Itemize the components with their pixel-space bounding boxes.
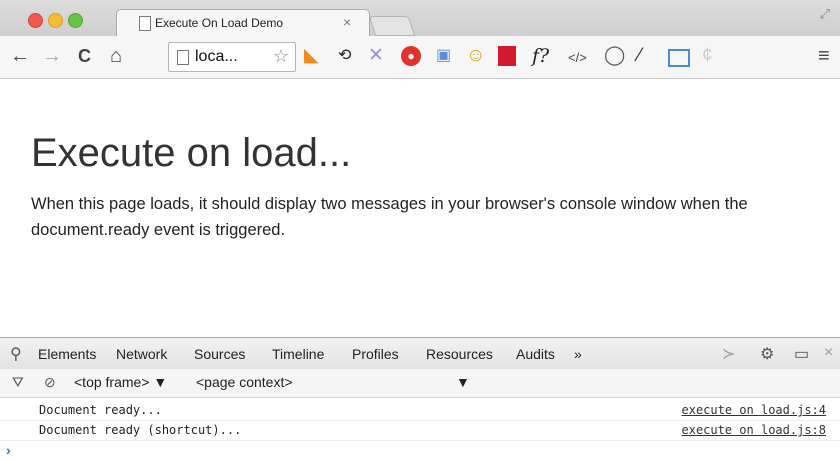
console-log-row: Document ready (shortcut)... execute on … bbox=[0, 420, 840, 441]
window-close-button[interactable] bbox=[28, 13, 43, 28]
console-drawer-icon[interactable]: ≻ bbox=[722, 344, 735, 364]
home-icon[interactable]: ⌂ bbox=[110, 46, 122, 66]
red-book-icon[interactable] bbox=[498, 46, 516, 66]
code-icon[interactable]: </> bbox=[568, 48, 587, 68]
address-bar[interactable]: loca... ☆ bbox=[168, 42, 296, 72]
rss-icon[interactable]: ◣ bbox=[304, 46, 319, 66]
window-maximize-button[interactable] bbox=[68, 13, 83, 28]
filter-icon[interactable]: ⛛ bbox=[12, 374, 24, 391]
log-message: Document ready (shortcut)... bbox=[39, 423, 242, 437]
chevron-down-icon[interactable]: ▼ bbox=[456, 374, 470, 390]
frame-select[interactable]: <top frame> ▼ bbox=[74, 374, 167, 390]
page-icon bbox=[177, 50, 189, 65]
window-icon[interactable]: ▣ bbox=[436, 46, 451, 66]
reload-icon[interactable]: C bbox=[78, 46, 91, 66]
tab-elements[interactable]: Elements bbox=[38, 346, 96, 362]
fullscreen-icon[interactable]: ⤢ bbox=[820, 6, 830, 22]
tab-profiles[interactable]: Profiles bbox=[352, 346, 399, 362]
tab-resources[interactable]: Resources bbox=[426, 346, 493, 362]
new-tab-button[interactable] bbox=[368, 16, 416, 36]
c-icon[interactable]: ¢ bbox=[702, 46, 713, 66]
sync-icon[interactable]: ⟲ bbox=[338, 46, 351, 66]
gear-icon[interactable]: ⚙ bbox=[760, 344, 774, 364]
more-tabs-icon[interactable]: » bbox=[574, 346, 582, 362]
tab-title: Execute On Load Demo bbox=[155, 16, 284, 30]
x-icon[interactable]: ✕ bbox=[368, 46, 384, 66]
search-icon[interactable]: ⚲ bbox=[10, 344, 22, 364]
log-source-link[interactable]: execute on load.js:8 bbox=[682, 423, 827, 437]
page-heading: Execute on load... bbox=[31, 131, 352, 175]
tab-close-icon[interactable]: × bbox=[343, 14, 351, 30]
url-text[interactable]: loca... bbox=[195, 48, 238, 66]
close-devtools-icon[interactable]: × bbox=[824, 344, 833, 362]
fx-icon[interactable]: f? bbox=[532, 46, 549, 66]
tab-sources[interactable]: Sources bbox=[194, 346, 245, 362]
forward-icon[interactable]: → bbox=[42, 46, 62, 66]
page-icon bbox=[139, 16, 151, 31]
tab-strip: Execute On Load Demo × ⤢ bbox=[0, 0, 840, 37]
page-content: Execute on load... When this page loads,… bbox=[0, 79, 840, 336]
menu-icon[interactable]: ≡ bbox=[818, 46, 830, 66]
log-message: Document ready... bbox=[39, 403, 162, 417]
dock-icon[interactable]: ▭ bbox=[794, 344, 809, 364]
tab-audits[interactable]: Audits bbox=[516, 346, 555, 362]
browser-toolbar: ← → C ⌂ loca... ☆ ◣ ⟲ ✕ ● ▣ ☺ f? </> ◯ ⁄… bbox=[0, 36, 840, 79]
log-source-link[interactable]: execute on load.js:4 bbox=[682, 403, 827, 417]
circle-icon[interactable]: ◯ bbox=[604, 46, 625, 66]
screen-lock-icon[interactable] bbox=[668, 49, 690, 67]
dropper-icon[interactable]: ⁄ bbox=[638, 46, 641, 66]
console-log-row: Document ready... execute on load.js:4 bbox=[0, 400, 840, 421]
window-minimize-button[interactable] bbox=[48, 13, 63, 28]
context-select[interactable]: <page context> bbox=[196, 374, 293, 390]
bookmark-star-icon[interactable]: ☆ bbox=[273, 46, 289, 67]
clear-console-icon[interactable]: ⊘ bbox=[44, 374, 56, 391]
tab-timeline[interactable]: Timeline bbox=[272, 346, 324, 362]
tab-network[interactable]: Network bbox=[116, 346, 167, 362]
stop-icon[interactable]: ● bbox=[401, 46, 421, 66]
console-filter-bar: ⛛ ⊘ <top frame> ▼ <page context> ▼ bbox=[0, 369, 840, 398]
console-prompt-icon[interactable]: › bbox=[6, 442, 11, 458]
console-output: Document ready... execute on load.js:4 D… bbox=[0, 398, 840, 460]
browser-tab[interactable]: Execute On Load Demo × bbox=[116, 9, 370, 37]
back-icon[interactable]: ← bbox=[10, 46, 30, 66]
page-paragraph: When this page loads, it should display … bbox=[31, 195, 748, 239]
face-icon[interactable]: ☺ bbox=[466, 46, 485, 66]
devtools-tabbar: ⚲ Elements Network Sources Timeline Prof… bbox=[0, 337, 840, 371]
